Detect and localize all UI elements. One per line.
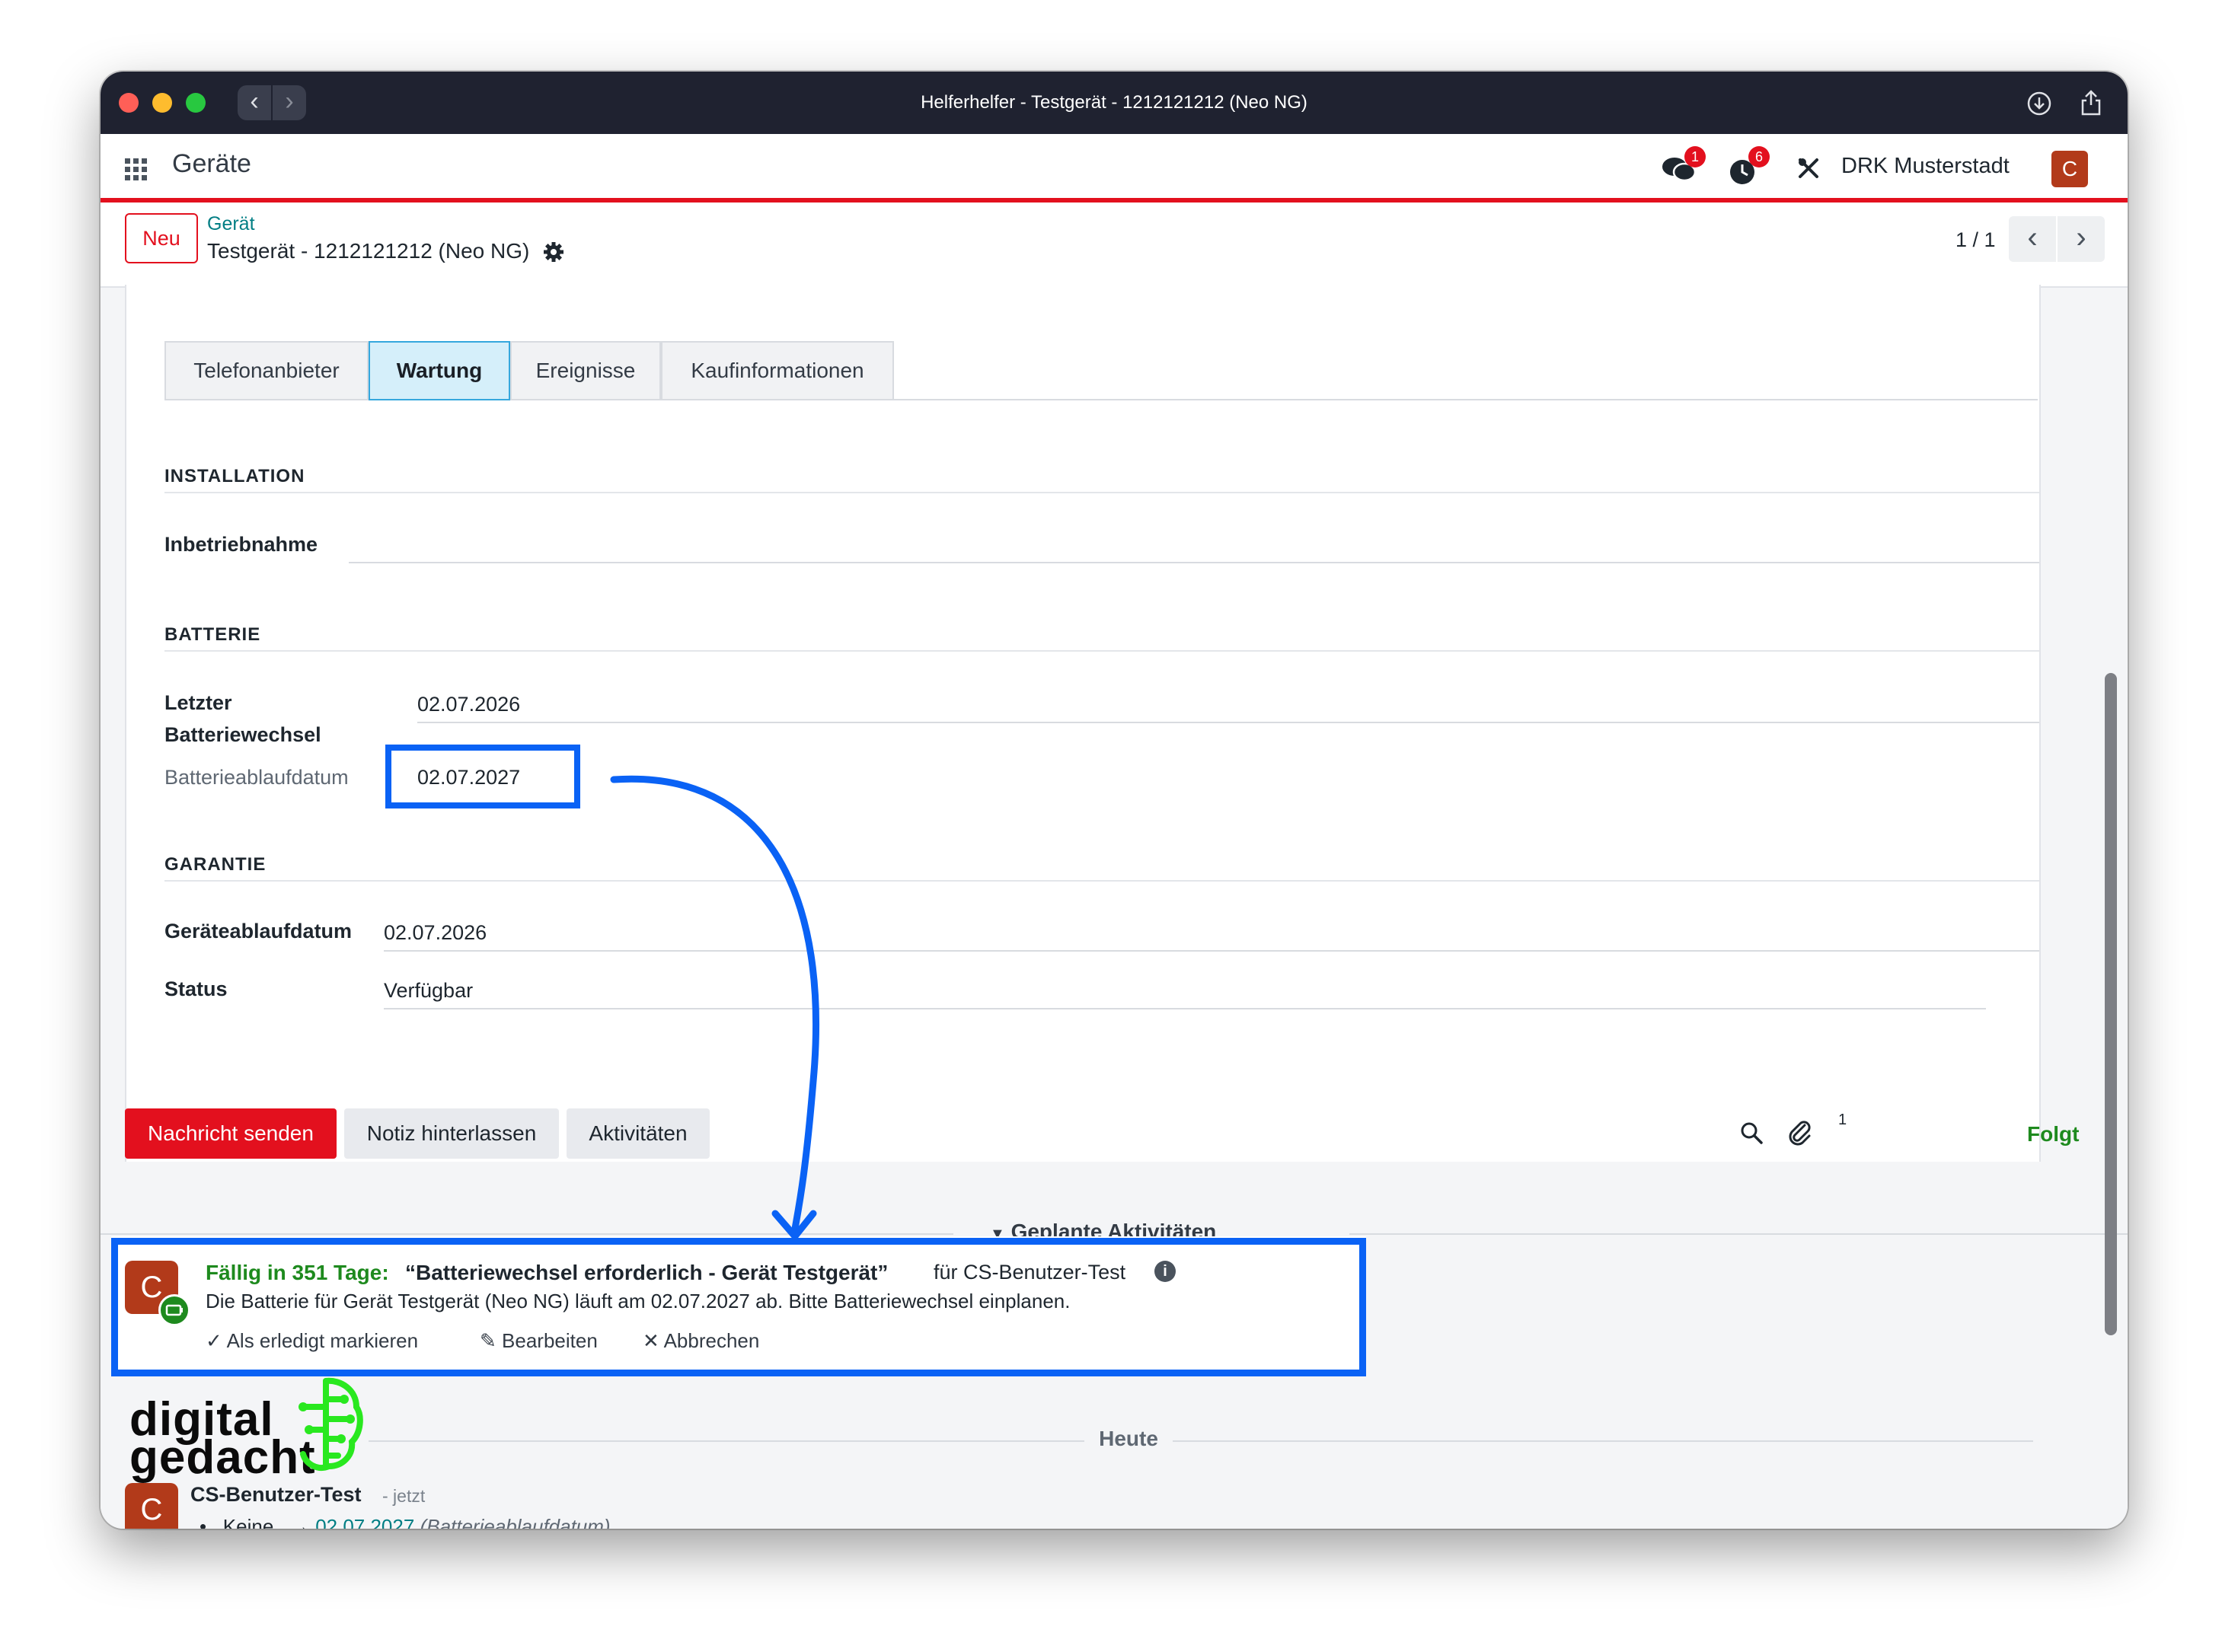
annotation-arrow [610, 775, 820, 1240]
